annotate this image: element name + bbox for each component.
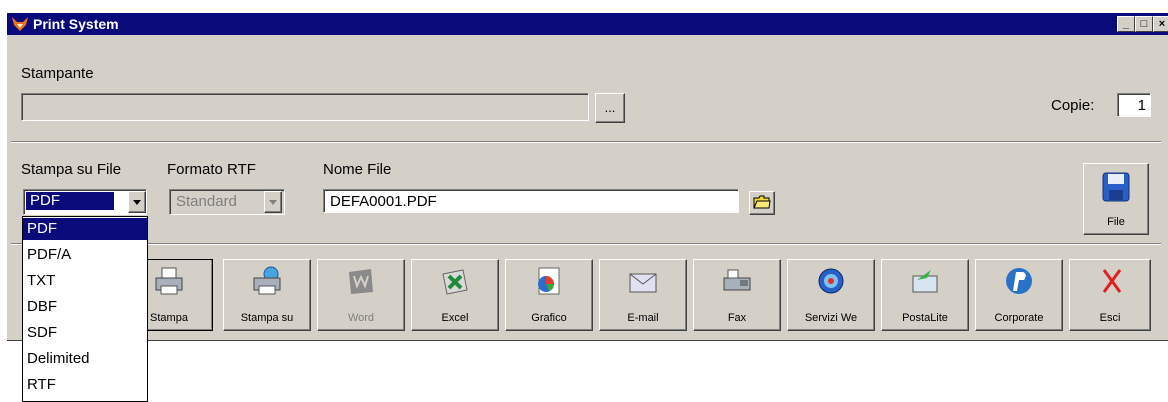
- print-to-file-select[interactable]: PDF: [23, 189, 147, 215]
- email-label: E-mail: [627, 312, 659, 324]
- floppy-disk-icon: [1102, 172, 1130, 202]
- dropdown-option-sdf[interactable]: SDF: [23, 322, 147, 344]
- file-name-input[interactable]: DEFA0001.PDF: [323, 189, 739, 213]
- browse-folder-button[interactable]: [749, 191, 775, 215]
- file-name-label: Nome File: [323, 161, 392, 178]
- grafico-button[interactable]: Grafico: [505, 259, 593, 331]
- web-services-icon: [818, 268, 844, 294]
- dropdown-option-pdfa[interactable]: PDF/A: [23, 244, 147, 266]
- minimize-icon: _: [1122, 18, 1130, 30]
- folder-icon: [753, 195, 771, 209]
- corporate-icon: [1006, 268, 1032, 294]
- postalite-label: PostaLite: [902, 312, 948, 324]
- grafico-label: Grafico: [531, 312, 567, 324]
- word-button: Word: [317, 259, 405, 331]
- close-icon: ×: [1158, 18, 1166, 30]
- email-button[interactable]: E-mail: [599, 259, 687, 331]
- printer-icon: [155, 267, 183, 295]
- esci-button[interactable]: Esci: [1069, 259, 1151, 331]
- print-to-file-label: Stampa su File: [21, 161, 122, 178]
- word-icon: [349, 269, 373, 294]
- window-title: Print System: [33, 16, 119, 32]
- servizi-web-label: Servizi We: [804, 312, 858, 324]
- maximize-button[interactable]: □: [1135, 16, 1153, 32]
- maximize-icon: □: [1140, 18, 1148, 30]
- chevron-down-icon: [133, 200, 141, 205]
- file-type-dropdown-list: PDF PDF/A TXT DBF SDF Delimited RTF: [22, 216, 148, 402]
- minimize-button[interactable]: _: [1117, 16, 1135, 32]
- print-to-icon: [253, 266, 281, 295]
- printer-field[interactable]: [21, 93, 589, 121]
- printer-browse-button[interactable]: ...: [595, 93, 625, 123]
- file-button-label: File: [1107, 216, 1125, 228]
- print-to-file-value: PDF: [26, 192, 114, 210]
- email-icon: [629, 273, 657, 293]
- dropdown-option-rtf[interactable]: RTF: [23, 374, 147, 396]
- excel-icon: [442, 269, 468, 295]
- rtf-format-select: Standard: [169, 189, 285, 215]
- servizi-web-button[interactable]: Servizi We: [787, 259, 875, 331]
- dropdown-option-delimited[interactable]: Delimited: [23, 348, 147, 370]
- separator-top: [11, 141, 1161, 143]
- separator-bottom: [11, 243, 1161, 245]
- copies-input[interactable]: 1: [1117, 93, 1151, 117]
- fox-logo-icon: [12, 17, 28, 31]
- rtf-format-dropdown-button: [264, 191, 282, 213]
- file-button[interactable]: File: [1083, 163, 1149, 235]
- dropdown-option-dbf[interactable]: DBF: [23, 296, 147, 318]
- fax-label: Fax: [727, 312, 747, 324]
- chart-icon: [538, 267, 560, 295]
- rtf-format-value: Standard: [176, 193, 237, 210]
- dropdown-option-txt[interactable]: TXT: [23, 270, 147, 292]
- excel-button[interactable]: Excel: [411, 259, 499, 331]
- postalite-button[interactable]: PostaLite: [881, 259, 969, 331]
- postalite-icon: [912, 270, 938, 293]
- title-bar[interactable]: Print System _ □ ×: [7, 13, 1168, 35]
- rtf-format-label: Formato RTF: [167, 161, 256, 178]
- exit-icon: [1102, 269, 1122, 293]
- fax-button[interactable]: Fax: [693, 259, 781, 331]
- print-to-file-dropdown-button[interactable]: [128, 191, 146, 213]
- excel-label: Excel: [441, 312, 469, 324]
- print-system-window: Print System _ □ × Stampante ... Copie: …: [6, 12, 1168, 341]
- esci-label: Esci: [1099, 312, 1121, 324]
- corporate-label: Corporate: [994, 312, 1044, 324]
- chevron-down-icon: [269, 200, 277, 205]
- copies-label: Copie:: [1051, 97, 1095, 114]
- word-label: Word: [347, 312, 375, 324]
- fax-icon: [723, 269, 751, 291]
- corporate-button[interactable]: Corporate: [975, 259, 1063, 331]
- dropdown-option-pdf[interactable]: PDF: [23, 218, 147, 240]
- close-button[interactable]: ×: [1153, 16, 1168, 32]
- stampa-su-label: Stampa su: [240, 312, 294, 324]
- stampa-su-button[interactable]: Stampa su: [223, 259, 311, 331]
- printer-label: Stampante: [21, 65, 94, 82]
